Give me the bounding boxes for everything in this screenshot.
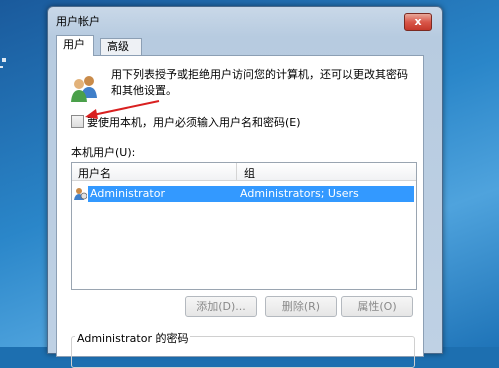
properties-button[interactable]: 属性(O)	[341, 296, 413, 317]
users-tab-panel: 用下列表授予或拒绝用户访问您的计算机，还可以更改其密码和其他设置。 要使用本机，…	[56, 55, 424, 368]
table-row[interactable]: Administrator Administrators; Users	[74, 186, 414, 202]
column-header-group[interactable]: 组	[244, 165, 255, 181]
close-button[interactable]: x	[404, 13, 432, 31]
row-group: Administrators; Users	[240, 187, 359, 200]
desktop-icon-fragment	[0, 66, 3, 68]
remove-user-button[interactable]: 删除(R)	[265, 296, 337, 317]
list-header: 用户名 组	[72, 163, 416, 181]
users-list[interactable]: 用户名 组 Administrator Administrators; User…	[71, 162, 417, 290]
column-header-username[interactable]: 用户名	[78, 165, 111, 181]
password-group-title: Administrator 的密码	[75, 330, 191, 346]
tab-users[interactable]: 用户	[56, 35, 94, 56]
description-text: 用下列表授予或拒绝用户访问您的计算机，还可以更改其密码和其他设置。	[111, 68, 408, 97]
user-accounts-dialog: 用户帐户 x 用户 高级 用下列表授予或拒绝用户访问您的计算机，还可以更改其密码…	[47, 6, 443, 368]
user-row-icon	[74, 188, 87, 200]
window-title: 用户帐户	[56, 15, 100, 28]
desktop-icon-fragment	[2, 58, 6, 62]
tab-advanced[interactable]: 高级	[100, 38, 142, 55]
local-users-label: 本机用户(U):	[71, 146, 136, 159]
annotation-arrow	[85, 100, 160, 119]
close-icon: x	[414, 15, 422, 28]
title-bar[interactable]: 用户帐户 x	[48, 7, 442, 33]
column-divider[interactable]	[236, 163, 237, 180]
add-user-button[interactable]: 添加(D)...	[185, 296, 257, 317]
row-username: Administrator	[90, 187, 165, 200]
